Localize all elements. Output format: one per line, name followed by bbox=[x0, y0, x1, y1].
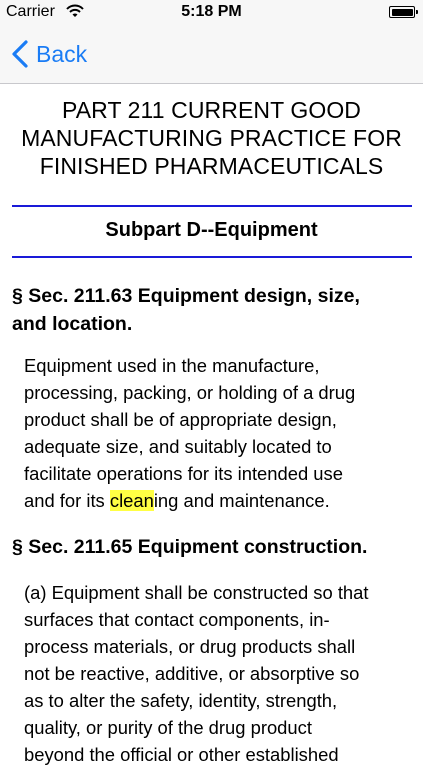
search-highlight: clean bbox=[109, 490, 154, 511]
paragraph-line: (a) Equipment shall be constructed so th… bbox=[24, 582, 369, 603]
section-heading-211-65: § Sec. 211.65 Equipment construction. bbox=[12, 533, 412, 561]
divider-bottom bbox=[12, 256, 412, 258]
paragraph-line: beyond the official or other established bbox=[24, 744, 339, 765]
page-title: PART 211 CURRENT GOOD MANUFACTURING PRAC… bbox=[0, 96, 423, 180]
subpart-heading: Subpart D--Equipment bbox=[105, 219, 318, 241]
chevron-left-icon bbox=[12, 40, 28, 68]
paragraph-line: as to alter the safety, identity, streng… bbox=[24, 690, 338, 711]
paragraph-line: surfaces that contact components, in- bbox=[24, 609, 330, 630]
section-heading-211-63: § Sec. 211.63 Equipment design, size, an… bbox=[12, 282, 412, 338]
heading-line: and location. bbox=[12, 313, 133, 335]
back-label: Back bbox=[36, 40, 88, 67]
paragraph-line: facilitate operations for its intended u… bbox=[24, 463, 343, 484]
navigation-bar: Back bbox=[0, 26, 423, 84]
paragraph-line: not be reactive, additive, or absorptive… bbox=[24, 663, 360, 684]
clock: 5:18 PM bbox=[181, 3, 242, 20]
status-bar: Carrier 5:18 PM bbox=[0, 0, 423, 26]
paragraph-line: Equipment used in the manufacture, bbox=[24, 355, 320, 376]
section-paragraph-211-63: Equipment used in the manufacture, proce… bbox=[24, 352, 410, 514]
paragraph-line: quality, or purity of the drug product bbox=[24, 717, 312, 738]
heading-line: § Sec. 211.63 Equipment design, size, bbox=[12, 285, 360, 307]
title-line: MANUFACTURING PRACTICE FOR bbox=[21, 125, 402, 151]
paragraph-line: adequate size, and suitably located to bbox=[24, 436, 332, 457]
paragraph-line: and for its cleaning and maintenance. bbox=[24, 487, 410, 514]
paragraph-line: product shall be of appropriate design, bbox=[24, 409, 337, 430]
title-line: FINISHED PHARMACEUTICALS bbox=[39, 153, 384, 179]
paragraph-line: processing, packing, or holding of a dru… bbox=[24, 382, 356, 403]
paragraph-line: process materials, or drug products shal… bbox=[24, 636, 356, 657]
section-paragraph-211-65: (a) Equipment shall be constructed so th… bbox=[24, 579, 410, 768]
title-line: PART 211 CURRENT GOOD bbox=[61, 97, 362, 123]
battery-icon bbox=[389, 6, 418, 18]
heading-line: § Sec. 211.65 Equipment construction. bbox=[12, 536, 368, 558]
back-button[interactable]: Back bbox=[10, 37, 87, 71]
text-run: and for its bbox=[24, 490, 110, 511]
text-run: ing and maintenance. bbox=[153, 490, 330, 511]
divider-top bbox=[12, 205, 412, 207]
